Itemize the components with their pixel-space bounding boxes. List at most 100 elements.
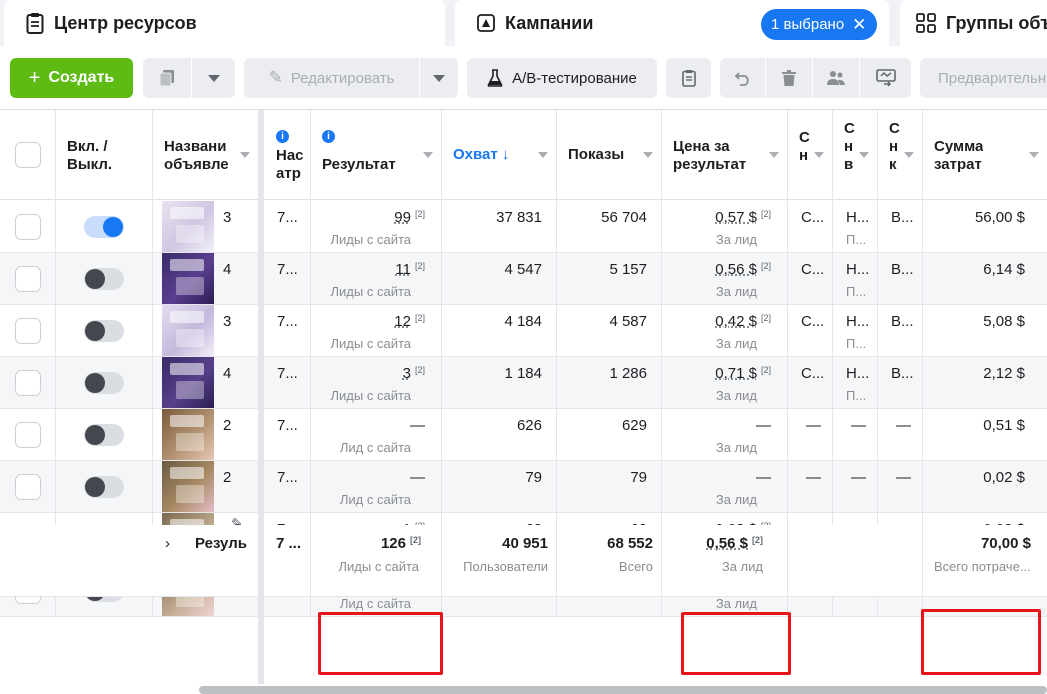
attr-value: 7... (277, 261, 298, 278)
table-row[interactable]: 4 7... 11 [2] Лиды с сайта 4 547 5 157 0,… (0, 253, 1047, 305)
totals-spend: 70,00 $ Всего потраче... (923, 525, 1047, 597)
totals-spacer (0, 525, 153, 597)
chevron-down-icon[interactable] (643, 152, 653, 158)
header-col-1[interactable]: С н (788, 110, 833, 200)
reach-value: 4 547 (504, 261, 542, 278)
ad-toggle[interactable] (84, 476, 124, 498)
ad-toggle[interactable] (84, 216, 124, 238)
tab-adsets[interactable]: Группы объ (900, 0, 1047, 46)
header-toggle[interactable]: Вкл. / Выкл. (56, 110, 153, 200)
reach-value: 1 184 (504, 365, 542, 382)
close-icon[interactable]: ✕ (852, 15, 866, 35)
undo-button[interactable] (720, 58, 765, 98)
header-cost-per-result[interactable]: Цена за результат (662, 110, 788, 200)
table-row[interactable]: 3 7... 99 [2] Лиды с сайта 37 831 56 704 … (0, 201, 1047, 253)
rules-button[interactable] (860, 58, 911, 98)
row-checkbox[interactable] (15, 422, 41, 448)
row-name-cell[interactable]: 2 (153, 461, 259, 513)
row-impressions-cell: 1 286 (557, 357, 662, 409)
audience-button[interactable] (813, 58, 859, 98)
header-result[interactable]: i Результат (311, 110, 442, 200)
row-name-cell[interactable]: 4 (153, 253, 259, 305)
ad-name[interactable]: 2 (223, 417, 231, 434)
table-row[interactable]: 4 7... 3 [2] Лиды с сайта 1 184 1 286 0,7… (0, 357, 1047, 409)
header-name[interactable]: Названи объявле (153, 110, 259, 200)
duplicate-button[interactable] (143, 58, 191, 98)
select-all-checkbox[interactable] (15, 142, 41, 168)
horizontal-scrollbar[interactable] (199, 686, 1047, 694)
ad-toggle[interactable] (84, 320, 124, 342)
edit-dropdown-button[interactable] (420, 58, 458, 98)
row-checkbox[interactable] (15, 474, 41, 500)
header-col-2[interactable]: С н в (833, 110, 878, 200)
info-icon[interactable]: i (322, 130, 335, 143)
header-attribution[interactable]: i Нас атр (265, 110, 311, 200)
totals-reach: 40 951 Пользователи (442, 525, 557, 597)
ad-name[interactable]: 4 (223, 365, 231, 382)
row-reach-cell: 4 547 (442, 253, 557, 305)
chevron-down-icon[interactable] (904, 152, 914, 158)
table-row[interactable]: 2 7... — Лид с сайта 626 629 — За лид — … (0, 409, 1047, 461)
row-checkbox[interactable] (15, 266, 41, 292)
edit-button-label: Редактировать (290, 69, 395, 87)
tab-resource-center[interactable]: Центр ресурсов (4, 0, 445, 46)
ad-thumbnail[interactable] (162, 253, 214, 304)
chevron-down-icon[interactable] (769, 152, 779, 158)
ad-thumbnail[interactable] (162, 305, 214, 356)
ad-toggle[interactable] (84, 268, 124, 290)
row-checkbox[interactable] (15, 214, 41, 240)
totals-label-cell[interactable]: › Резуль (153, 525, 259, 597)
chevron-down-icon[interactable] (423, 152, 433, 158)
totals-impressions: 68 552 Всего (557, 525, 662, 597)
ad-thumbnail[interactable] (162, 409, 214, 460)
ad-name[interactable]: 3 (223, 313, 231, 330)
clipboard-button[interactable] (666, 58, 711, 98)
col1-value: С... (801, 261, 825, 278)
attr-value: 7... (277, 209, 298, 226)
table-row[interactable]: 2 7... — Лид с сайта 79 79 — За лид — — … (0, 461, 1047, 513)
header-label: Цена за результат (673, 138, 747, 173)
row-name-cell[interactable]: 4 (153, 357, 259, 409)
duplicate-dropdown-button[interactable] (192, 58, 235, 98)
row-name-cell[interactable]: 3 (153, 305, 259, 357)
ab-test-button[interactable]: A/B-тестирование (467, 58, 657, 98)
create-button[interactable]: + Создать (10, 58, 133, 98)
col3-value: В... (891, 365, 914, 382)
ad-thumbnail[interactable] (162, 201, 214, 252)
toggle-knob (85, 373, 105, 393)
ad-name[interactable]: 2 (223, 469, 231, 486)
highlight-results (318, 612, 443, 675)
duplicate-icon (159, 70, 174, 87)
table-row[interactable]: 3 7... 12 [2] Лиды с сайта 4 184 4 587 0,… (0, 305, 1047, 357)
ad-toggle[interactable] (84, 372, 124, 394)
ad-name[interactable]: 3 (223, 209, 231, 226)
ad-toggle[interactable] (84, 424, 124, 446)
result-sub: Лид с сайта (339, 492, 411, 507)
ad-thumbnail[interactable] (162, 357, 214, 408)
chevron-down-icon[interactable] (859, 152, 869, 158)
preview-button[interactable]: Предварительный (920, 58, 1047, 98)
row-col3-cell: В... (878, 201, 923, 253)
info-icon[interactable]: i (276, 130, 289, 143)
row-checkbox[interactable] (15, 318, 41, 344)
ad-thumbnail[interactable] (162, 461, 214, 512)
totals-spend-value: 70,00 $ (980, 535, 1031, 552)
col2-sub: П... (846, 388, 867, 403)
chevron-down-icon[interactable] (240, 152, 250, 158)
ad-name[interactable]: 4 (223, 261, 231, 278)
cpr-value: — (756, 469, 771, 486)
chevron-right-icon[interactable]: › (165, 535, 170, 552)
row-name-cell[interactable]: 2 (153, 409, 259, 461)
header-spend[interactable]: Сумма затрат (923, 110, 1047, 200)
header-impressions[interactable]: Показы (557, 110, 662, 200)
chevron-down-icon[interactable] (814, 152, 824, 158)
row-name-cell[interactable]: 3 (153, 201, 259, 253)
header-col-3[interactable]: С н к (878, 110, 923, 200)
chevron-down-icon[interactable] (1029, 152, 1039, 158)
delete-button[interactable] (766, 58, 812, 98)
row-checkbox[interactable] (15, 370, 41, 396)
selection-badge[interactable]: 1 выбрано ✕ (761, 9, 877, 40)
header-reach[interactable]: Охват ↓ (442, 110, 557, 200)
edit-button[interactable]: ✎ Редактировать (244, 58, 419, 98)
chevron-down-icon[interactable] (538, 152, 548, 158)
